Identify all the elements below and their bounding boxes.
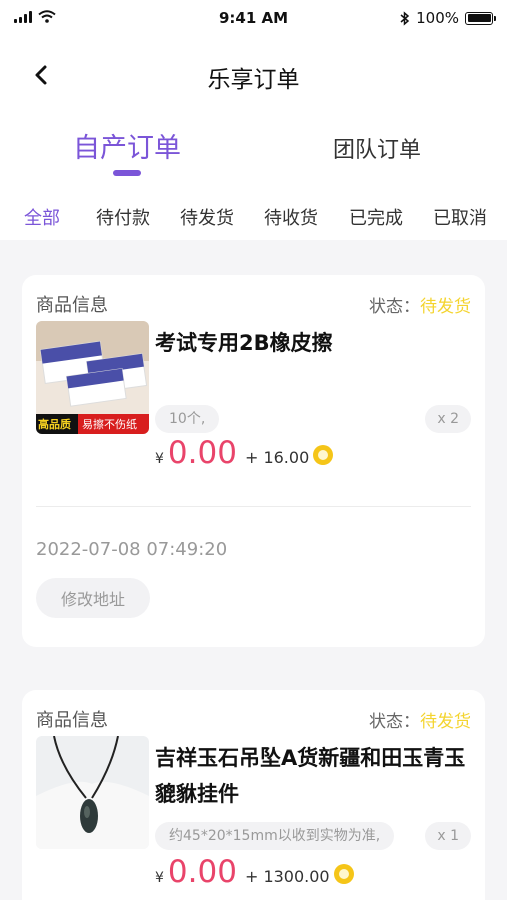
coin-icon (313, 445, 334, 465)
filter-cancelled[interactable]: 已取消 (433, 204, 487, 230)
product-info-label: 商品信息 (36, 710, 108, 731)
product-title[interactable]: 考试专用2B橡皮擦 (155, 325, 471, 361)
price-amount: 0.00 (167, 854, 237, 890)
order-time: 2022-07-08 07:49:20 (36, 539, 228, 560)
product-price: ¥ 0.00 + 16.00 (155, 435, 334, 471)
coin-icon (333, 864, 354, 884)
filter-pending-receipt[interactable]: 待收货 (264, 204, 318, 230)
tab-own-orders[interactable]: 自产订单 (73, 126, 181, 165)
status-prefix: 状态： (369, 712, 420, 732)
order-status: 状态：待发货 (369, 292, 471, 317)
status-bar: 9:41 AM 100% (0, 0, 507, 36)
nav-bar: 乐享订单 (0, 50, 507, 100)
tab-indicator (113, 170, 141, 176)
status-prefix: 状态： (369, 297, 420, 317)
order-tabs: 自产订单 团队订单 (0, 122, 507, 182)
product-quantity: x 2 (425, 405, 471, 433)
battery-percent: 100% (416, 9, 459, 27)
bluetooth-icon (400, 10, 410, 26)
edit-address-button[interactable]: 修改地址 (36, 578, 150, 618)
product-thumbnail[interactable] (36, 736, 149, 849)
product-spec: 约45*20*15mm以收到实物为准, (155, 822, 395, 850)
thumb-tag-quality: 高品质 (38, 418, 71, 431)
filter-pending-payment[interactable]: 待付款 (96, 204, 150, 230)
status-filters: 全部 待付款 待发货 待收货 已完成 已取消 (0, 184, 507, 240)
filter-pending-shipment[interactable]: 待发货 (180, 204, 234, 230)
product-spec: 10个, (155, 405, 220, 433)
tab-team-orders[interactable]: 团队订单 (333, 132, 421, 164)
divider (36, 506, 471, 507)
order-status: 状态：待发货 (369, 707, 471, 732)
status-value: 待发货 (420, 297, 471, 317)
product-thumbnail[interactable]: 高品质 易擦不伤纸 (36, 321, 149, 434)
filter-completed[interactable]: 已完成 (349, 204, 403, 230)
battery-icon (465, 11, 496, 25)
thumb-tag-feature: 易擦不伤纸 (82, 418, 137, 431)
order-card[interactable]: 商品信息 状态：待发货 高品质 易擦不伤纸 考试专用2B橡皮擦 10个, x 2… (22, 275, 485, 647)
points-amount: + 16.00 (244, 448, 310, 467)
currency-symbol: ¥ (155, 870, 164, 886)
filter-all[interactable]: 全部 (24, 204, 60, 230)
status-value: 待发货 (420, 712, 471, 732)
price-amount: 0.00 (167, 435, 237, 471)
product-quantity: x 1 (425, 822, 471, 850)
currency-symbol: ¥ (155, 451, 164, 467)
product-price: ¥ 0.00 + 1300.00 (155, 854, 354, 890)
page-title: 乐享订单 (207, 67, 300, 93)
product-title[interactable]: 吉祥玉石吊坠A货新疆和田玉青玉貔貅挂件 (155, 740, 471, 812)
product-info-label: 商品信息 (36, 295, 108, 316)
points-amount: + 1300.00 (244, 867, 330, 886)
order-card[interactable]: 商品信息 状态：待发货 吉祥玉石吊坠A货新疆和田玉青玉貔貅挂件 约45*20*1… (22, 690, 485, 900)
